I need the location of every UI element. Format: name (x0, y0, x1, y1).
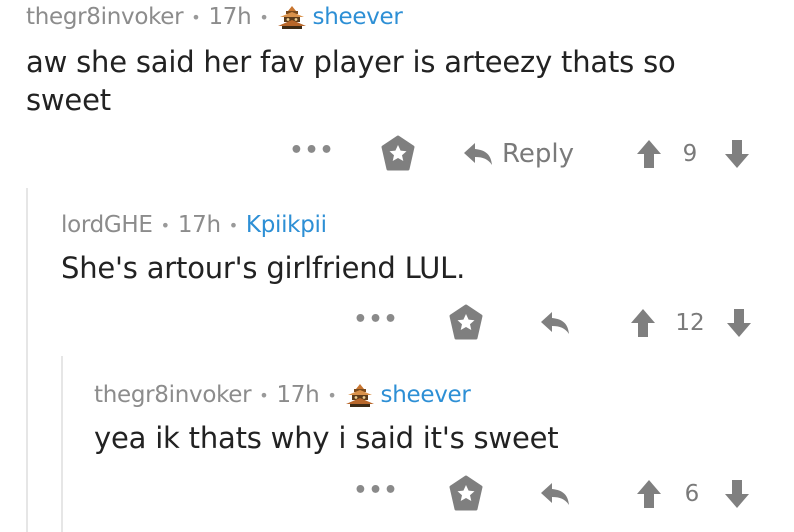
vote-score: 9 (682, 141, 698, 167)
author-link[interactable]: thegr8invoker (94, 382, 252, 408)
separator-dot: • (191, 7, 201, 27)
comment-body: aw she said her fav player is arteezy th… (26, 45, 676, 117)
reply-button[interactable]: Reply (462, 134, 582, 174)
comment: thegr8invoker • 17h • sheever yea ik tha… (0, 356, 794, 532)
comment: lordGHE • 17h • Kpiikpii She's artour's … (0, 188, 794, 356)
downvote-arrow-icon[interactable] (722, 134, 752, 174)
gild-star-icon[interactable] (376, 134, 420, 174)
comment: thegr8invoker • 17h • sheever aw she sai… (0, 0, 794, 188)
user-flair-link[interactable]: sheever (313, 4, 403, 30)
timestamp[interactable]: 17h (208, 4, 251, 30)
gild-star-icon[interactable] (444, 303, 488, 343)
comment-actions: ••• 6 (0, 474, 794, 514)
separator-dot: • (160, 215, 170, 235)
comment-meta: thegr8invoker • 17h • sheever (26, 4, 403, 30)
upvote-arrow-icon[interactable] (634, 134, 664, 174)
comment-actions: ••• 12 (0, 303, 794, 343)
pagoda-flair-icon (345, 383, 375, 407)
reply-label: Reply (502, 139, 575, 169)
author-link[interactable]: lordGHE (61, 212, 153, 238)
reply-arrow-icon[interactable] (538, 474, 572, 514)
timestamp[interactable]: 17h (178, 212, 221, 238)
comment-actions: ••• Reply 9 (0, 134, 794, 174)
vote-score: 6 (684, 481, 700, 507)
downvote-arrow-icon[interactable] (724, 303, 754, 343)
comment-body: She's artour's girlfriend LUL. (61, 251, 466, 285)
more-options-icon[interactable]: ••• (353, 299, 397, 339)
vote-score: 12 (675, 310, 705, 336)
more-options-icon[interactable]: ••• (289, 130, 333, 170)
upvote-arrow-icon[interactable] (634, 474, 664, 514)
timestamp[interactable]: 17h (276, 382, 319, 408)
reply-arrow-icon (462, 140, 494, 168)
user-flair-link[interactable]: Kpiikpii (246, 212, 327, 238)
separator-dot: • (259, 385, 269, 405)
reply-arrow-icon[interactable] (538, 303, 572, 343)
separator-dot: • (327, 385, 337, 405)
user-flair-link[interactable]: sheever (381, 382, 471, 408)
author-link[interactable]: thegr8invoker (26, 4, 184, 30)
separator-dot: • (228, 215, 238, 235)
downvote-arrow-icon[interactable] (722, 474, 752, 514)
more-options-icon[interactable]: ••• (353, 470, 397, 510)
upvote-arrow-icon[interactable] (628, 303, 658, 343)
comment-body: yea ik thats why i said it's sweet (94, 421, 559, 455)
pagoda-flair-icon (277, 5, 307, 29)
separator-dot: • (259, 7, 269, 27)
comment-meta: thegr8invoker • 17h • sheever (94, 382, 471, 408)
comment-meta: lordGHE • 17h • Kpiikpii (61, 212, 327, 238)
gild-star-icon[interactable] (444, 474, 488, 514)
